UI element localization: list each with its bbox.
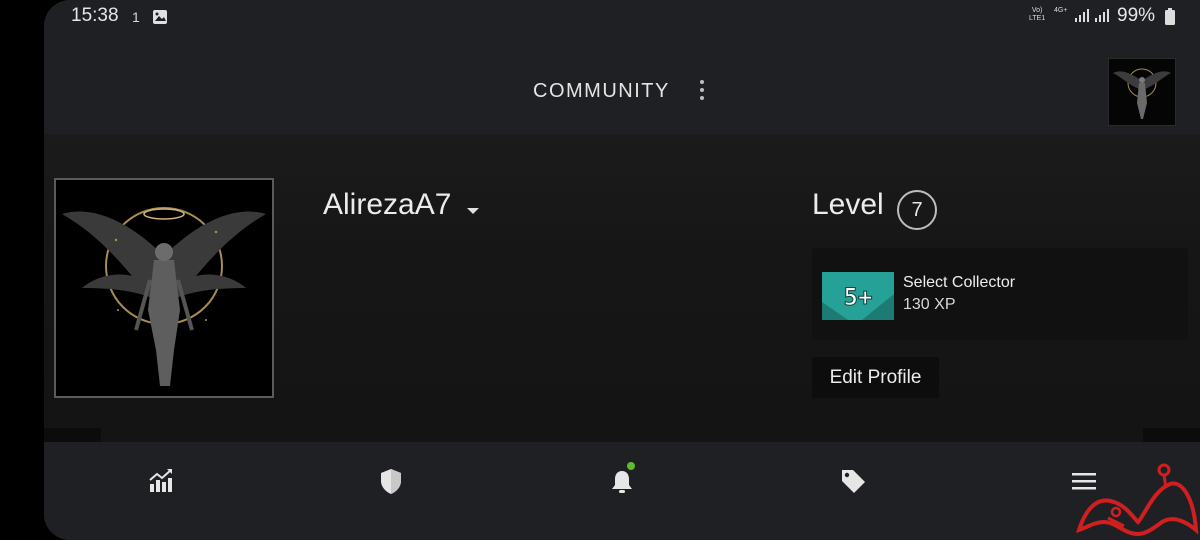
volte-icon: Vo) LTE1	[1029, 7, 1046, 22]
status-time: 15:38	[71, 5, 119, 26]
edit-profile-button[interactable]: Edit Profile	[812, 357, 939, 398]
chart-icon	[149, 469, 172, 492]
notification-count: 1	[132, 9, 140, 25]
profile-section: AlirezaA7 Level 7 5+ Select Collector 13…	[44, 134, 1200, 442]
angel-avatar-icon	[56, 180, 272, 396]
network-type-icon: 4G+	[1054, 7, 1068, 14]
background-strip	[44, 428, 101, 442]
nav-item-store[interactable]	[838, 466, 868, 496]
badge-name: Select Collector	[903, 274, 1016, 291]
background-strip	[1143, 428, 1200, 442]
bottom-navigation	[44, 442, 1200, 540]
tag-icon	[842, 470, 865, 493]
nav-item-stats[interactable]	[145, 466, 175, 496]
gallery-icon	[152, 9, 168, 30]
status-bar: 15:38 1 Vo) LTE1 4G+ 99%	[44, 0, 1200, 32]
badge-icon-text: 5+	[844, 283, 873, 311]
shield-icon	[381, 469, 401, 494]
signal-icon-2	[1094, 9, 1110, 28]
more-options-icon[interactable]	[696, 80, 708, 104]
profile-avatar[interactable]	[54, 178, 274, 398]
username[interactable]: AlirezaA7	[323, 188, 451, 222]
battery-percent: 99%	[1117, 5, 1156, 26]
signal-icon	[1074, 9, 1090, 28]
header-avatar[interactable]	[1108, 58, 1176, 126]
badge-xp: 130 XP	[903, 296, 956, 313]
featured-badge-card[interactable]: 5+ Select Collector 130 XP	[812, 248, 1188, 340]
nav-item-security[interactable]	[376, 466, 406, 496]
app-header: COMMUNITY	[44, 32, 1200, 134]
bell-icon	[612, 471, 632, 493]
angel-avatar-icon	[1109, 59, 1175, 125]
app-screen: 15:38 1 Vo) LTE1 4G+ 99% COMMUNITY Alire…	[44, 0, 1200, 540]
page-title: COMMUNITY	[533, 80, 670, 102]
notification-dot	[627, 462, 635, 470]
collector-badge-icon: 5+	[822, 272, 894, 320]
battery-icon	[1164, 8, 1176, 31]
chevron-down-icon[interactable]	[467, 208, 479, 214]
nav-item-notifications[interactable]	[607, 462, 637, 496]
watermark-logo-icon	[1075, 463, 1199, 537]
level-label: Level	[812, 188, 884, 221]
level-badge: 7	[897, 190, 937, 230]
